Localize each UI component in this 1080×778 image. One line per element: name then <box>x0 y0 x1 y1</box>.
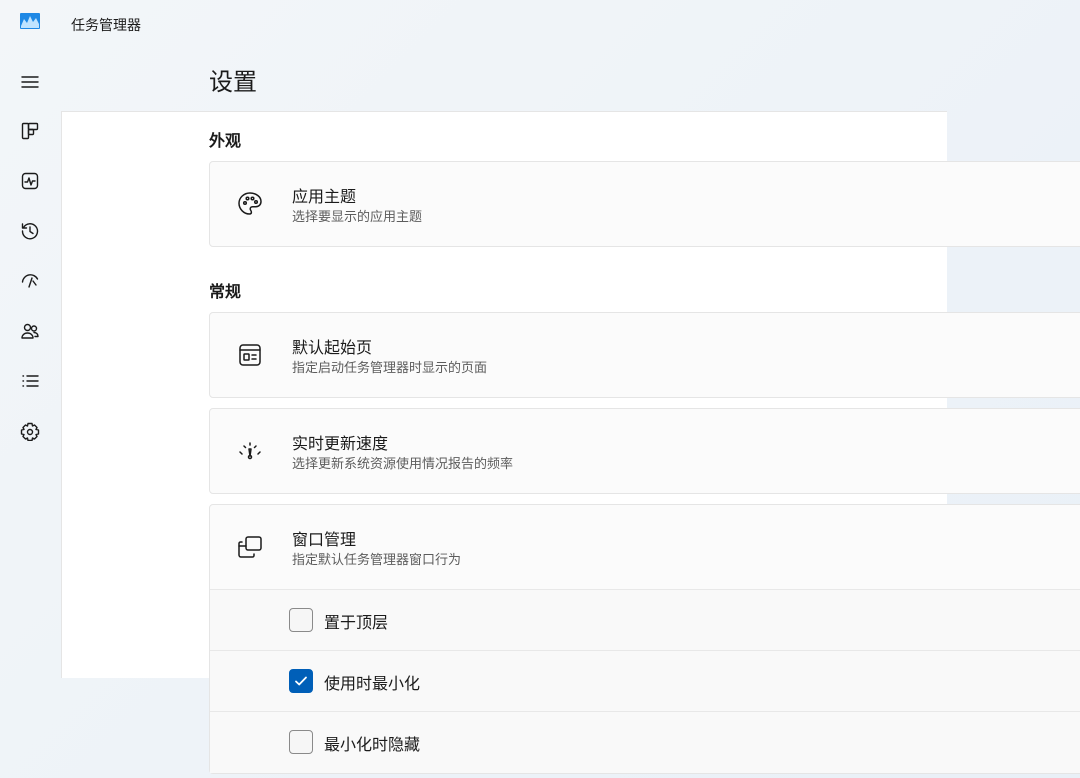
minimize-on-use-row[interactable]: 使用时最小化 <box>210 650 1080 712</box>
nav-details[interactable] <box>10 363 50 399</box>
theme-subtitle: 选择要显示的应用主题 <box>292 210 423 225</box>
always-on-top-checkbox[interactable] <box>289 608 313 632</box>
checkmark-icon <box>295 676 307 686</box>
always-on-top-label: 置于顶层 <box>324 613 389 632</box>
app-history-icon <box>21 223 39 240</box>
default-start-page-subtitle: 指定启动任务管理器时显示的页面 <box>292 361 488 376</box>
window-stack-icon <box>238 536 262 558</box>
task-manager-app-icon <box>20 13 40 29</box>
window-management-card: 窗口管理 指定默认任务管理器窗口行为 置于顶层 使用时最小化 最小化时隐藏 <box>209 504 1080 774</box>
app-title: 任务管理器 <box>71 18 141 34</box>
hamburger-menu-icon <box>21 76 39 88</box>
hide-when-minimized-row[interactable]: 最小化时隐藏 <box>210 711 1080 773</box>
minimize-on-use-checkbox[interactable] <box>289 669 313 693</box>
nav-performance[interactable] <box>10 163 50 199</box>
palette-icon <box>238 192 262 215</box>
speedometer-icon <box>239 442 261 460</box>
theme-card[interactable]: 应用主题 选择要显示的应用主题 <box>209 161 1080 247</box>
processes-icon <box>21 122 39 140</box>
nav-startup-apps[interactable] <box>10 263 50 299</box>
start-page-icon <box>239 344 261 366</box>
nav-users[interactable] <box>10 313 50 349</box>
nav-services[interactable] <box>10 413 50 449</box>
hamburger-menu-button[interactable] <box>10 64 50 100</box>
section-general-label: 常规 <box>209 282 242 301</box>
nav-app-history[interactable] <box>10 213 50 249</box>
performance-icon <box>21 172 39 190</box>
default-start-page-title: 默认起始页 <box>292 338 373 357</box>
section-appearance-label: 外观 <box>209 131 242 150</box>
update-speed-subtitle: 选择更新系统资源使用情况报告的频率 <box>292 457 514 472</box>
window-management-header[interactable]: 窗口管理 指定默认任务管理器窗口行为 <box>210 505 1080 589</box>
nav-processes[interactable] <box>10 113 50 149</box>
details-icon <box>22 375 39 387</box>
window-management-title: 窗口管理 <box>292 530 357 549</box>
hide-when-minimized-checkbox[interactable] <box>289 730 313 754</box>
hide-when-minimized-label: 最小化时隐藏 <box>324 735 421 754</box>
minimize-on-use-label: 使用时最小化 <box>324 674 421 693</box>
always-on-top-row[interactable]: 置于顶层 <box>210 589 1080 651</box>
settings-gear-icon <box>20 422 40 441</box>
startup-apps-icon <box>21 274 39 288</box>
window-management-subtitle: 指定默认任务管理器窗口行为 <box>292 553 462 568</box>
default-start-page-card[interactable]: 默认起始页 指定启动任务管理器时显示的页面 <box>209 312 1080 398</box>
page-title: 设置 <box>209 68 257 96</box>
theme-title: 应用主题 <box>292 187 357 206</box>
users-icon <box>21 323 39 339</box>
update-speed-title: 实时更新速度 <box>292 434 389 453</box>
update-speed-card[interactable]: 实时更新速度 选择更新系统资源使用情况报告的频率 <box>209 408 1080 494</box>
